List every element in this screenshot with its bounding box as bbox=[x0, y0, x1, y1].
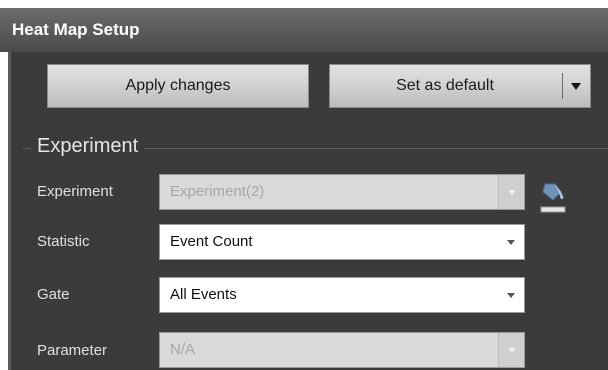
heat-map-setup-window: Heat Map Setup Apply changes Set as defa… bbox=[0, 0, 608, 370]
chevron-down-icon bbox=[507, 240, 515, 245]
experiment-group-title: Experiment bbox=[31, 132, 145, 160]
parameter-select: N/A bbox=[159, 332, 525, 368]
set-as-default-button[interactable]: Set as default bbox=[329, 64, 591, 108]
statistic-select-value: Event Count bbox=[170, 233, 253, 250]
parameter-select-arrow bbox=[498, 333, 524, 367]
statistic-select[interactable]: Event Count bbox=[159, 224, 525, 260]
gate-select-value: All Events bbox=[170, 286, 237, 303]
statistic-select-arrow[interactable] bbox=[498, 225, 524, 259]
chevron-down-icon bbox=[571, 83, 581, 90]
gate-label: Gate bbox=[37, 286, 70, 303]
paint-bucket-icon[interactable] bbox=[539, 180, 567, 214]
gate-select-arrow[interactable] bbox=[498, 278, 524, 312]
chevron-down-icon bbox=[508, 190, 516, 195]
experiment-label: Experiment bbox=[37, 183, 113, 200]
chevron-down-icon bbox=[507, 293, 515, 298]
apply-changes-button[interactable]: Apply changes bbox=[47, 64, 309, 108]
statistic-label: Statistic bbox=[37, 233, 90, 250]
parameter-label: Parameter bbox=[37, 342, 108, 359]
experiment-select: Experiment(2) bbox=[159, 174, 525, 210]
window-title: Heat Map Setup bbox=[0, 8, 608, 52]
settings-panel: Apply changes Set as default Experiment … bbox=[8, 52, 608, 370]
experiment-select-value: Experiment(2) bbox=[170, 183, 265, 200]
experiment-select-arrow bbox=[498, 175, 524, 209]
chevron-down-icon bbox=[508, 348, 516, 353]
set-as-default-dropdown[interactable] bbox=[562, 65, 590, 107]
gate-select[interactable]: All Events bbox=[159, 277, 525, 313]
apply-changes-label: Apply changes bbox=[125, 77, 231, 94]
parameter-select-value: N/A bbox=[170, 341, 196, 358]
set-as-default-label: Set as default bbox=[396, 77, 494, 94]
